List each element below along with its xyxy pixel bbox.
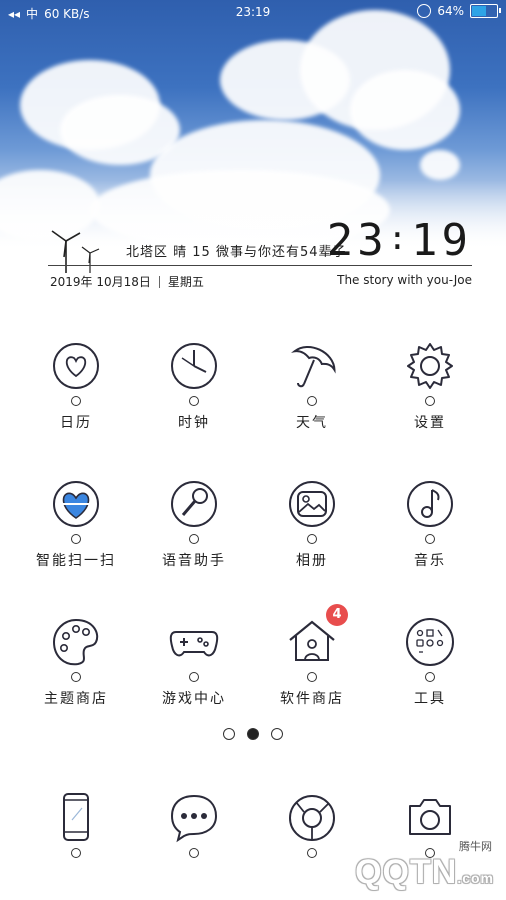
page-dot-1[interactable] xyxy=(223,728,235,740)
dock-phone[interactable] xyxy=(26,790,126,858)
notification-badge: 4 xyxy=(326,604,348,626)
app-clock[interactable]: 时钟 xyxy=(144,338,244,432)
gear-icon xyxy=(402,338,458,394)
big-clock-separator: : xyxy=(387,219,412,257)
big-clock-minutes: 19 xyxy=(411,215,472,266)
big-clock-hours: 23 xyxy=(326,215,388,266)
app-theme-store[interactable]: 主题商店 xyxy=(26,614,126,708)
app-label: 软件商店 xyxy=(280,691,344,707)
app-label: 语音助手 xyxy=(162,553,226,569)
app-label: 游戏中心 xyxy=(162,691,226,707)
heart-calendar-icon xyxy=(48,338,104,394)
palette-icon xyxy=(48,614,104,670)
battery-percent: 64% xyxy=(437,4,464,18)
message-icon xyxy=(166,790,222,846)
app-calendar[interactable]: 日历 xyxy=(26,338,126,432)
photo-icon xyxy=(284,476,340,532)
battery-icon xyxy=(470,4,501,18)
umbrella-icon xyxy=(284,338,340,394)
phone-icon xyxy=(48,790,104,846)
app-label: 智能扫一扫 xyxy=(36,553,116,569)
big-clock: 23:19 xyxy=(327,215,472,266)
gamepad-icon xyxy=(166,614,222,670)
app-album[interactable]: 相册 xyxy=(262,476,362,570)
weather-line: 北塔区 晴 15 微事与你还有54辈子 xyxy=(126,245,347,260)
wallpaper-sky xyxy=(0,0,506,250)
heart-scan-icon xyxy=(48,476,104,532)
clock-icon xyxy=(166,338,222,394)
watermark-en: QQTN xyxy=(355,853,458,891)
page-indicator[interactable] xyxy=(0,728,506,740)
app-label: 工具 xyxy=(414,691,446,707)
app-label: 天气 xyxy=(296,415,328,431)
page-dot-3[interactable] xyxy=(271,728,283,740)
app-software-store[interactable]: 4 软件商店 xyxy=(262,604,362,708)
app-label: 日历 xyxy=(60,415,92,431)
watermark: 腾牛网 QQTN.com xyxy=(300,838,500,894)
dock-messages[interactable] xyxy=(144,790,244,858)
app-weather[interactable]: 天气 xyxy=(262,338,362,432)
watermark-cn: 腾牛网 xyxy=(459,840,492,853)
watermark-logo: QQTN.com xyxy=(355,853,494,892)
app-music[interactable]: 音乐 xyxy=(380,476,480,570)
app-label: 相册 xyxy=(296,553,328,569)
app-label: 设置 xyxy=(414,415,446,431)
widget-divider xyxy=(48,265,472,266)
lock-rotation-icon xyxy=(417,4,432,18)
app-smart-scan[interactable]: 智能扫一扫 xyxy=(26,476,126,570)
clock-weather-widget[interactable]: 北塔区 晴 15 微事与你还有54辈子 23:19 2019年 10月18日 星… xyxy=(48,215,472,295)
watermark-suffix: .com xyxy=(457,870,494,886)
date-separator xyxy=(158,275,160,288)
date-row: 2019年 10月18日 星期五 xyxy=(50,273,204,290)
quote-text: The story with you-Joe xyxy=(337,273,472,287)
status-time: 23:19 xyxy=(235,5,271,19)
app-label: 时钟 xyxy=(178,415,210,431)
app-label: 音乐 xyxy=(414,553,446,569)
tools-folder-icon xyxy=(402,614,458,670)
app-game-center[interactable]: 游戏中心 xyxy=(144,614,244,708)
music-note-icon xyxy=(402,476,458,532)
date-text: 2019年 10月18日 xyxy=(50,275,151,289)
page-dot-2[interactable] xyxy=(247,728,259,740)
status-bar: ◂◂ 中 60 KB/s 23:19 64% xyxy=(0,0,506,26)
microphone-icon xyxy=(166,476,222,532)
app-label: 主题商店 xyxy=(44,691,108,707)
house-icon: 4 xyxy=(284,604,348,670)
weekday-text: 星期五 xyxy=(167,275,204,289)
app-settings[interactable]: 设置 xyxy=(380,338,480,432)
app-voice-assistant[interactable]: 语音助手 xyxy=(144,476,244,570)
app-tools-folder[interactable]: 工具 xyxy=(380,614,480,708)
